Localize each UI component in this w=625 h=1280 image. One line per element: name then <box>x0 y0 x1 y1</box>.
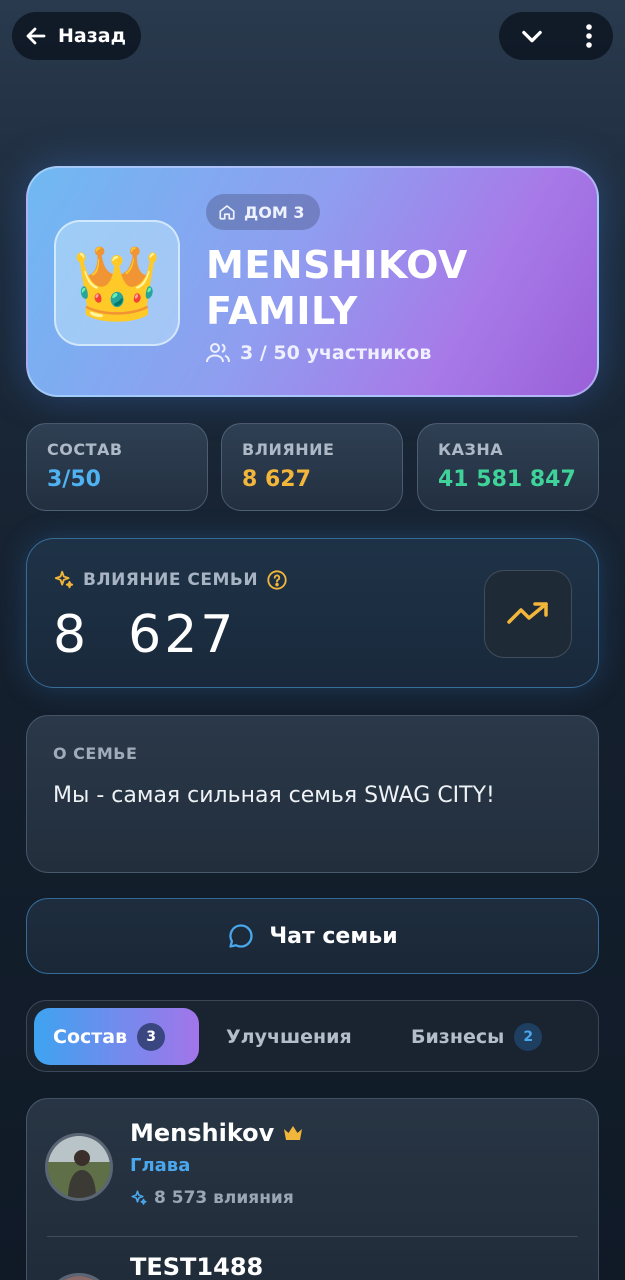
family-header-card: 👑 ДОМ 3 MENSHIKOV FAMILY 3 / 50 участник… <box>26 166 599 397</box>
house-label: ДОМ 3 <box>244 202 305 222</box>
about-text: Мы - самая сильная семья SWAG CITY! <box>53 783 495 808</box>
divider <box>47 1236 578 1237</box>
home-icon <box>219 205 235 220</box>
stat-label: КАЗНА <box>438 440 504 459</box>
member-influence-text: 8 573 влияния <box>154 1188 294 1208</box>
arrow-left-icon <box>26 27 46 45</box>
menu-pill <box>499 12 613 60</box>
chat-label: Чат семьи <box>269 923 398 949</box>
help-icon[interactable] <box>266 569 288 591</box>
influence-value: 8 627 <box>53 605 237 665</box>
chevron-down-icon[interactable] <box>518 22 546 50</box>
back-button[interactable]: Назад <box>12 12 141 60</box>
tab-label: Улучшения <box>226 1025 352 1048</box>
member-influence: 8 573 влияния <box>130 1188 294 1208</box>
members-text: 3 / 50 участников <box>240 342 432 364</box>
stat-label: ВЛИЯНИЕ <box>242 440 335 459</box>
trending-up-icon <box>507 602 548 624</box>
crown-icon <box>284 1126 303 1140</box>
influence-header: ВЛИЯНИЕ СЕМЬИ <box>53 569 288 591</box>
member-name-text: Menshikov <box>130 1119 275 1147</box>
family-tabs: Состав 3 Улучшения Бизнесы 2 <box>26 1000 599 1072</box>
avatar[interactable] <box>45 1273 113 1280</box>
tab-count-badge: 2 <box>514 1022 543 1051</box>
crown-icon: 👑 <box>72 241 162 325</box>
stat-composition: СОСТАВ 3/50 <box>26 423 208 511</box>
stat-treasury: КАЗНА 41 581 847 <box>417 423 599 511</box>
member-name: Menshikov <box>130 1119 304 1147</box>
stat-value: 41 581 847 <box>438 467 576 492</box>
family-influence-card: ВЛИЯНИЕ СЕМЬИ 8 627 <box>26 538 599 688</box>
top-bar: Назад <box>12 12 613 60</box>
member-role: Глава <box>130 1155 191 1176</box>
tab-count-badge: 3 <box>137 1022 166 1051</box>
stat-label: СОСТАВ <box>47 440 123 459</box>
members-count: 3 / 50 участников <box>206 342 431 364</box>
tab-label: Бизнесы <box>411 1025 505 1048</box>
more-vertical-icon[interactable] <box>584 23 594 49</box>
house-badge: ДОМ 3 <box>206 194 321 230</box>
trend-button[interactable] <box>484 570 572 658</box>
stats-row: СОСТАВ 3/50 ВЛИЯНИЕ 8 627 КАЗНА 41 581 8… <box>26 423 599 511</box>
tab-businesses[interactable]: Бизнесы 2 <box>411 1008 543 1065</box>
tab-composition[interactable]: Состав 3 <box>34 1008 199 1065</box>
stat-value: 3/50 <box>47 467 101 492</box>
tab-upgrades[interactable]: Улучшения <box>226 1008 352 1065</box>
back-label: Назад <box>58 25 126 47</box>
member-name-text: TEST1488 <box>130 1253 264 1280</box>
users-icon <box>206 343 230 363</box>
family-name: MENSHIKOV FAMILY <box>206 243 468 333</box>
member-name: TEST1488 <box>130 1253 263 1280</box>
about-label: О СЕМЬЕ <box>53 744 138 763</box>
family-emblem: 👑 <box>54 220 180 346</box>
avatar[interactable] <box>45 1133 113 1201</box>
sparkle-icon <box>54 570 74 589</box>
stat-value: 8 627 <box>242 467 311 492</box>
sparkle-icon <box>131 1190 147 1205</box>
influence-label: ВЛИЯНИЕ СЕМЬИ <box>83 570 259 590</box>
family-chat-button[interactable]: Чат семьи <box>26 898 599 974</box>
about-family-card: О СЕМЬЕ Мы - самая сильная семья SWAG CI… <box>26 715 599 873</box>
members-list: Menshikov Глава 8 573 влияния TEST1488 <box>26 1098 599 1280</box>
tab-label: Состав <box>53 1025 128 1048</box>
chat-bubble-icon <box>229 924 253 948</box>
stat-influence: ВЛИЯНИЕ 8 627 <box>221 423 403 511</box>
